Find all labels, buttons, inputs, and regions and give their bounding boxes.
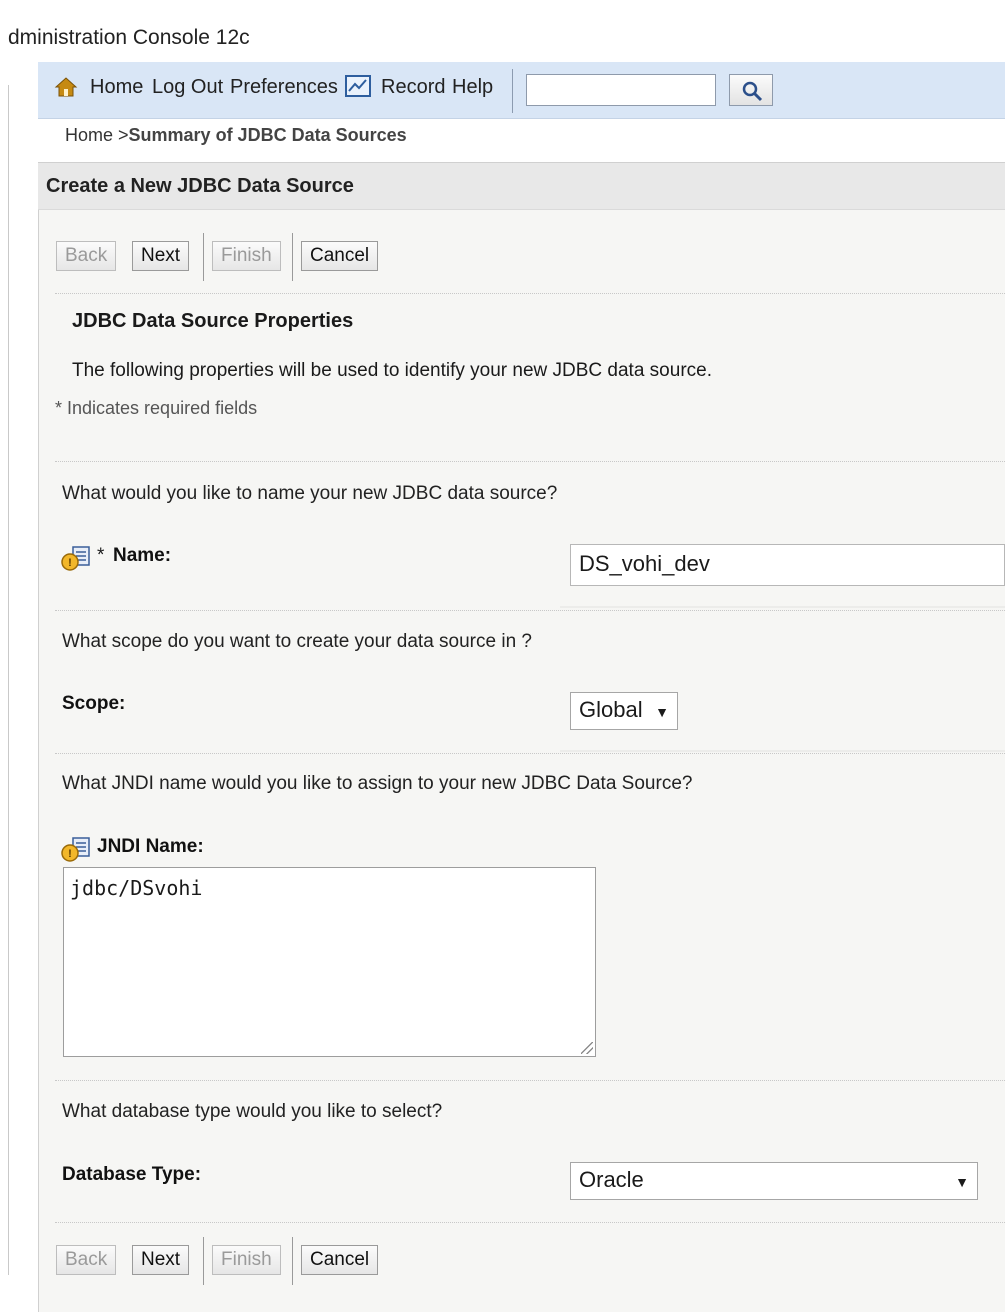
- finish-button-bottom[interactable]: Finish: [212, 1245, 281, 1275]
- search-icon: [742, 81, 763, 102]
- divider: [55, 1080, 1005, 1081]
- next-button-bottom[interactable]: Next: [132, 1245, 190, 1275]
- toolbar-separator: [512, 69, 513, 113]
- breadcrumb: Home >Summary of JDBC Data Sources: [65, 125, 407, 146]
- home-link[interactable]: Home: [90, 76, 143, 99]
- button-separator: [203, 233, 204, 281]
- field-shadow: [560, 750, 1005, 752]
- app-title: dministration Console 12c: [8, 26, 250, 49]
- toolbar: Home Log Out Preferences Record Help: [38, 62, 1005, 119]
- panel-title: Create a New JDBC Data Source: [46, 175, 354, 197]
- button-separator: [292, 1237, 293, 1285]
- field-shadow: [560, 606, 1005, 608]
- database-type-question: What database type would you like to sel…: [62, 1101, 443, 1122]
- database-type-select[interactable]: Oracle ▼: [570, 1162, 978, 1200]
- button-separator: [292, 233, 293, 281]
- left-divider: [8, 85, 9, 1275]
- svg-text:!: !: [68, 848, 72, 860]
- cancel-button-bottom[interactable]: Cancel: [301, 1245, 379, 1275]
- info-icon[interactable]: !: [61, 837, 91, 863]
- back-button-top[interactable]: Back: [56, 241, 117, 271]
- content-panel: [38, 162, 1005, 1312]
- svg-text:!: !: [68, 557, 72, 569]
- section-title: JDBC Data Source Properties: [72, 310, 354, 332]
- logout-link[interactable]: Log Out: [152, 76, 223, 99]
- search-button[interactable]: [729, 74, 773, 106]
- help-link[interactable]: Help: [452, 76, 493, 99]
- scope-question: What scope do you want to create your da…: [62, 631, 532, 652]
- jndi-label: JNDI Name:: [97, 836, 204, 857]
- breadcrumb-current: Summary of JDBC Data Sources: [128, 125, 407, 145]
- breadcrumb-home-link[interactable]: Home >: [65, 125, 129, 145]
- name-input[interactable]: DS_vohi_dev: [570, 544, 1005, 586]
- jndi-textarea[interactable]: jdbc/DSvohi: [63, 867, 596, 1057]
- divider: [55, 461, 1005, 462]
- back-button-bottom[interactable]: Back: [56, 1245, 117, 1275]
- section-description: The following properties will be used to…: [72, 360, 712, 381]
- divider: [55, 753, 1005, 754]
- scope-select-value: Global: [579, 697, 643, 722]
- finish-button-top[interactable]: Finish: [212, 241, 281, 271]
- database-type-label: Database Type:: [62, 1164, 202, 1185]
- required-asterisk: *: [97, 545, 105, 566]
- divider: [55, 610, 1005, 611]
- jndi-question: What JNDI name would you like to assign …: [62, 773, 693, 794]
- jndi-value: jdbc/DSvohi: [70, 876, 203, 900]
- record-link[interactable]: Record: [381, 76, 445, 99]
- dropdown-arrow-icon: ▼: [655, 704, 669, 720]
- preferences-link[interactable]: Preferences: [230, 76, 338, 99]
- dropdown-arrow-icon: ▼: [955, 1174, 969, 1190]
- home-icon[interactable]: [54, 76, 78, 104]
- name-label: Name:: [113, 545, 172, 566]
- scope-select[interactable]: Global ▼: [570, 692, 678, 730]
- record-icon[interactable]: [345, 75, 371, 105]
- scope-label: Scope:: [62, 693, 126, 714]
- next-button-top[interactable]: Next: [132, 241, 190, 271]
- search-input[interactable]: [526, 74, 716, 106]
- required-note: * Indicates required fields: [55, 398, 258, 418]
- database-type-select-value: Oracle: [579, 1167, 644, 1192]
- info-icon[interactable]: !: [61, 546, 91, 572]
- divider: [55, 1222, 1005, 1223]
- name-question: What would you like to name your new JDB…: [62, 483, 558, 504]
- cancel-button-top[interactable]: Cancel: [301, 241, 379, 271]
- divider: [55, 293, 1005, 294]
- resize-handle[interactable]: [581, 1042, 593, 1054]
- button-separator: [203, 1237, 204, 1285]
